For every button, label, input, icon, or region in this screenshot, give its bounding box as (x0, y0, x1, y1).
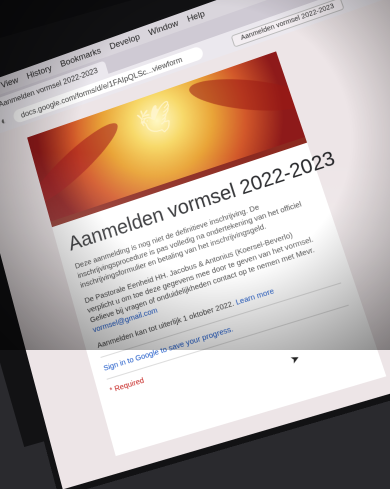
shield-icon[interactable]: ◐ (0, 115, 8, 128)
dove-icon: 🕊 (133, 99, 179, 142)
laptop-screen: View History Bookmarks Develop Window He… (0, 0, 390, 489)
browser-window: View History Bookmarks Develop Window He… (0, 0, 390, 489)
